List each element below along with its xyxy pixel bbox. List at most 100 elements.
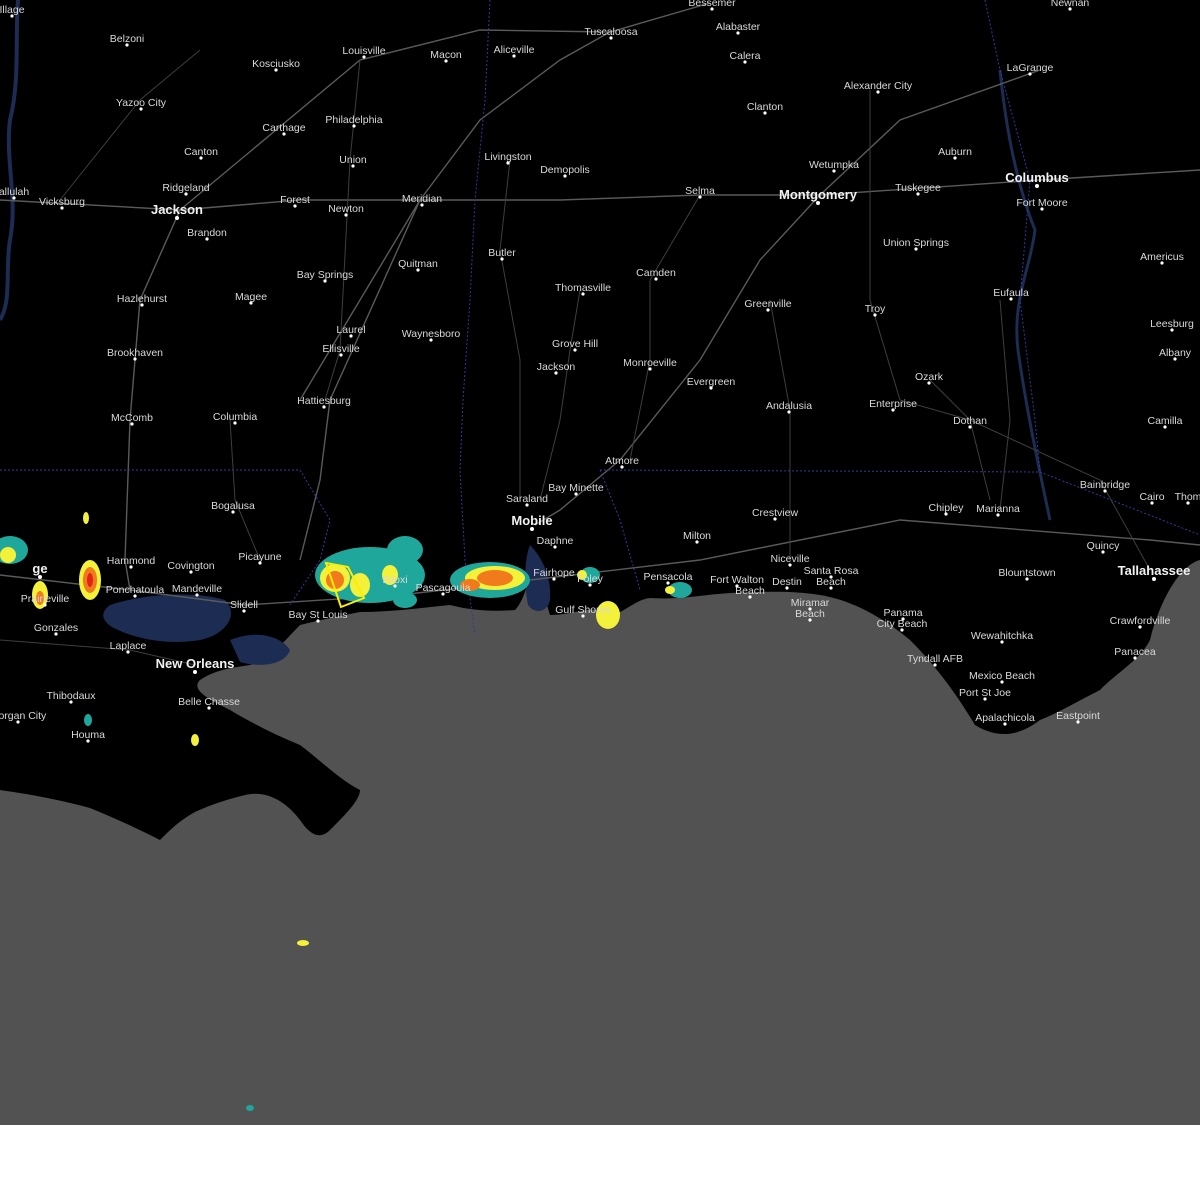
city-marker[interactable]: Waynesboro: [402, 328, 461, 342]
city-marker[interactable]: Bay Springs: [297, 269, 354, 283]
city-marker[interactable]: Selma: [685, 185, 715, 199]
city-marker[interactable]: Ellisville: [322, 343, 360, 357]
city-marker[interactable]: Monroeville: [623, 357, 677, 371]
city-marker[interactable]: Kosciusko: [252, 58, 300, 72]
city-marker[interactable]: Picayune: [238, 551, 282, 565]
city-marker[interactable]: Fairhope: [533, 567, 575, 581]
city-marker[interactable]: Marianna: [976, 503, 1020, 517]
city-marker[interactable]: Enterprise: [869, 398, 917, 412]
city-marker[interactable]: Macon: [430, 49, 462, 63]
city-marker[interactable]: Columbia: [213, 411, 258, 425]
city-marker[interactable]: Union: [339, 154, 367, 168]
city-marker[interactable]: Demopolis: [540, 164, 590, 178]
map-canvas[interactable]: Bessemer Newnan Alabaster Tuscaloosa Belzoni…: [0, 0, 1200, 1125]
city-marker[interactable]: Carthage: [262, 122, 306, 136]
city-marker[interactable]: Mexico Beach: [969, 670, 1035, 684]
city-marker[interactable]: Evergreen: [687, 376, 736, 390]
city-marker[interactable]: Clanton: [747, 101, 783, 115]
city-marker[interactable]: Thom: [1175, 491, 1200, 505]
city-marker[interactable]: Aliceville: [494, 44, 535, 58]
city-marker[interactable]: Apalachicola: [975, 712, 1035, 726]
city-marker[interactable]: City Beach: [877, 618, 928, 632]
city-marker[interactable]: Hammond: [107, 555, 156, 569]
city-marker[interactable]: Quitman: [398, 258, 438, 272]
city-marker[interactable]: Cairo: [1139, 491, 1165, 505]
city-marker[interactable]: LaGrange: [1007, 62, 1054, 76]
city-marker[interactable]: Bogalusa: [211, 500, 255, 514]
city-marker[interactable]: Port St Joe: [959, 687, 1011, 701]
city-marker[interactable]: Ponchatoula: [106, 584, 165, 598]
city-marker[interactable]: Alexander City: [844, 80, 913, 94]
city-marker[interactable]: Milton: [683, 530, 711, 544]
city-marker[interactable]: Foley: [577, 573, 604, 587]
city-marker[interactable]: Bainbridge: [1080, 479, 1130, 493]
city-marker[interactable]: Beach: [816, 576, 846, 590]
city-marker[interactable]: Camilla: [1147, 415, 1183, 429]
city-marker[interactable]: Troy: [865, 303, 886, 317]
city-marker[interactable]: Tuscaloosa: [584, 26, 638, 40]
city-marker[interactable]: Mandeville: [172, 583, 222, 597]
city-marker[interactable]: Wewahitchka: [971, 630, 1033, 644]
city-marker[interactable]: Philadelphia: [325, 114, 383, 128]
city-marker[interactable]: Quincy: [1087, 540, 1120, 554]
city-marker[interactable]: Camden: [636, 267, 676, 281]
city-marker[interactable]: Jackson: [537, 361, 576, 375]
city-marker[interactable]: Pensacola: [643, 571, 693, 585]
city-marker[interactable]: Crawfordville: [1110, 615, 1171, 629]
city-marker[interactable]: Saraland: [506, 493, 548, 507]
city-marker[interactable]: Gulf Shores: [555, 604, 611, 618]
city-marker[interactable]: Newton: [328, 203, 364, 217]
city-marker[interactable]: Hattiesburg: [297, 395, 351, 409]
city-marker[interactable]: Eastpoint: [1056, 710, 1100, 724]
city-marker[interactable]: Butler: [488, 247, 516, 261]
city-marker[interactable]: Gonzales: [34, 622, 78, 636]
city-marker[interactable]: Leesburg: [1150, 318, 1194, 332]
city-marker[interactable]: Meridian: [402, 193, 442, 207]
city-marker[interactable]: Calera: [730, 50, 761, 64]
city-marker[interactable]: Livingston: [484, 151, 532, 165]
city-marker[interactable]: Atmore: [605, 455, 639, 469]
city-marker[interactable]: Thibodaux: [46, 690, 96, 704]
city-marker[interactable]: Prairieville: [21, 593, 70, 607]
city-marker[interactable]: Bay Minette: [548, 482, 604, 496]
city-marker[interactable]: Panacea: [1114, 646, 1156, 660]
radar-map[interactable]: Bessemer Newnan Alabaster Tuscaloosa Belzoni…: [0, 0, 1200, 1125]
city-marker[interactable]: Brandon: [187, 227, 227, 241]
city-marker[interactable]: Belzoni: [110, 33, 144, 47]
city-marker[interactable]: Fort Moore: [1016, 197, 1068, 211]
city-marker[interactable]: Grove Hill: [552, 338, 598, 352]
city-marker[interactable]: Union Springs: [883, 237, 949, 251]
city-marker[interactable]: Tuskegee: [895, 182, 941, 196]
city-marker[interactable]: Covington: [167, 560, 215, 574]
city-marker[interactable]: Albany: [1159, 347, 1192, 361]
city-marker[interactable]: Pascagoula: [416, 582, 471, 596]
city-marker[interactable]: Bay St Louis: [289, 609, 348, 623]
city-marker[interactable]: Yazoo City: [116, 97, 167, 111]
city-marker[interactable]: Illage: [0, 4, 25, 18]
city-marker[interactable]: Daphne: [537, 535, 574, 549]
city-marker[interactable]: Beach: [735, 585, 765, 599]
city-marker[interactable]: Blountstown: [998, 567, 1056, 581]
city-marker[interactable]: Hazlehurst: [117, 293, 167, 307]
city-marker[interactable]: Forest: [280, 194, 310, 208]
city-marker[interactable]: Greenville: [744, 298, 792, 312]
city-marker[interactable]: Alabaster: [716, 21, 761, 35]
city-marker[interactable]: Belle Chasse: [178, 696, 240, 710]
city-marker[interactable]: Crestview: [752, 507, 799, 521]
city-marker[interactable]: Canton: [184, 146, 218, 160]
city-marker[interactable]: Biloxi: [382, 574, 408, 588]
city-marker[interactable]: Magee: [235, 291, 267, 305]
city-marker[interactable]: Auburn: [938, 146, 972, 160]
city-marker[interactable]: Vicksburg: [39, 196, 85, 210]
city-marker[interactable]: Laplace: [110, 640, 147, 654]
city-marker[interactable]: Ozark: [915, 371, 944, 385]
city-marker[interactable]: Destin: [772, 576, 802, 590]
city-marker[interactable]: Laurel: [336, 324, 366, 338]
city-marker[interactable]: Houma: [71, 729, 105, 743]
city-marker[interactable]: Thomasville: [555, 282, 611, 296]
city-marker[interactable]: allulah: [0, 186, 29, 200]
city-marker[interactable]: Brookhaven: [107, 347, 163, 361]
city-marker[interactable]: Andalusia: [766, 400, 812, 414]
city-marker[interactable]: Morgan City: [0, 710, 47, 724]
city-marker[interactable]: Beach: [795, 608, 825, 622]
